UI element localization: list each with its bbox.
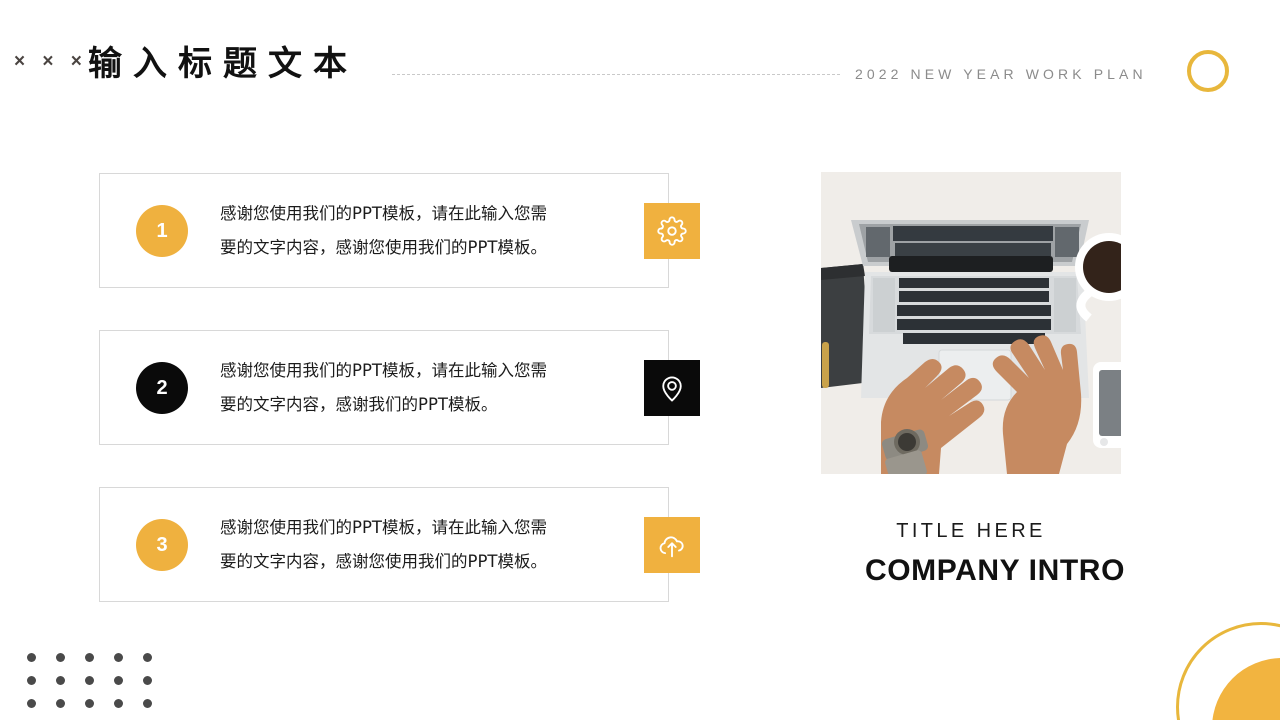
- list-item-line1: 感谢您使用我们的PPT模板，请在此输入您需: [220, 203, 547, 223]
- slide-header: × × × 输入标题文本 2022 NEW YEAR WORK PLAN: [0, 0, 1280, 130]
- list-item-text: 感谢您使用我们的PPT模板，请在此输入您需 要的文字内容，感谢我们的PPT模板。: [220, 354, 620, 422]
- list-item-text: 感谢您使用我们的PPT模板，请在此输入您需 要的文字内容，感谢您使用我们的PPT…: [220, 511, 620, 579]
- list-item-line2: 要的文字内容，感谢您使用我们的PPT模板。: [220, 237, 547, 257]
- list-item-number-badge: 1: [136, 204, 188, 257]
- list-item-number: 1: [156, 219, 168, 242]
- list-item-number-badge: 3: [136, 518, 188, 571]
- list-item[interactable]: 2 感谢您使用我们的PPT模板，请在此输入您需 要的文字内容，感谢我们的PPT模…: [99, 330, 700, 445]
- gear-icon: [657, 215, 687, 246]
- location-pin-icon: [657, 373, 687, 403]
- circle-outline-decoration: [1187, 50, 1229, 92]
- list-item-number: 2: [156, 376, 168, 399]
- list-item-line1: 感谢您使用我们的PPT模板，请在此输入您需: [220, 517, 547, 537]
- company-photo: [821, 172, 1121, 474]
- photo-caption-large: COMPANY INTRO: [864, 554, 1126, 587]
- list-item-icon-badge[interactable]: [644, 202, 700, 259]
- list-item-line2: 要的文字内容，感谢您使用我们的PPT模板。: [220, 551, 547, 571]
- list-item-line1: 感谢您使用我们的PPT模板，请在此输入您需: [220, 360, 547, 380]
- list-item[interactable]: 1 感谢您使用我们的PPT模板，请在此输入您需 要的文字内容，感谢您使用我们的P…: [99, 173, 700, 288]
- list-item[interactable]: 3 感谢您使用我们的PPT模板，请在此输入您需 要的文字内容，感谢您使用我们的P…: [99, 487, 700, 602]
- dot-grid-decoration: [27, 653, 172, 720]
- cloud-upload-icon: [657, 530, 687, 560]
- list-item-icon-badge[interactable]: [644, 516, 700, 573]
- xxx-decoration-mark: × × ×: [14, 51, 88, 72]
- header-subtitle: 2022 NEW YEAR WORK PLAN: [855, 66, 1147, 82]
- slide: × × × 输入标题文本 2022 NEW YEAR WORK PLAN 1 感…: [0, 0, 1280, 720]
- corner-arc-decoration: [1170, 620, 1280, 720]
- content-list: 1 感谢您使用我们的PPT模板，请在此输入您需 要的文字内容，感谢您使用我们的P…: [99, 173, 700, 602]
- list-item-line2: 要的文字内容，感谢我们的PPT模板。: [220, 394, 498, 414]
- list-item-text: 感谢您使用我们的PPT模板，请在此输入您需 要的文字内容，感谢您使用我们的PPT…: [220, 197, 620, 265]
- page-title: 输入标题文本: [88, 45, 358, 83]
- list-item-number: 3: [156, 533, 168, 556]
- header-dashed-divider: [392, 74, 840, 75]
- photo-caption-small: TITLE HERE: [896, 520, 1046, 542]
- list-item-number-badge: 2: [136, 361, 188, 414]
- list-item-icon-badge[interactable]: [644, 359, 700, 416]
